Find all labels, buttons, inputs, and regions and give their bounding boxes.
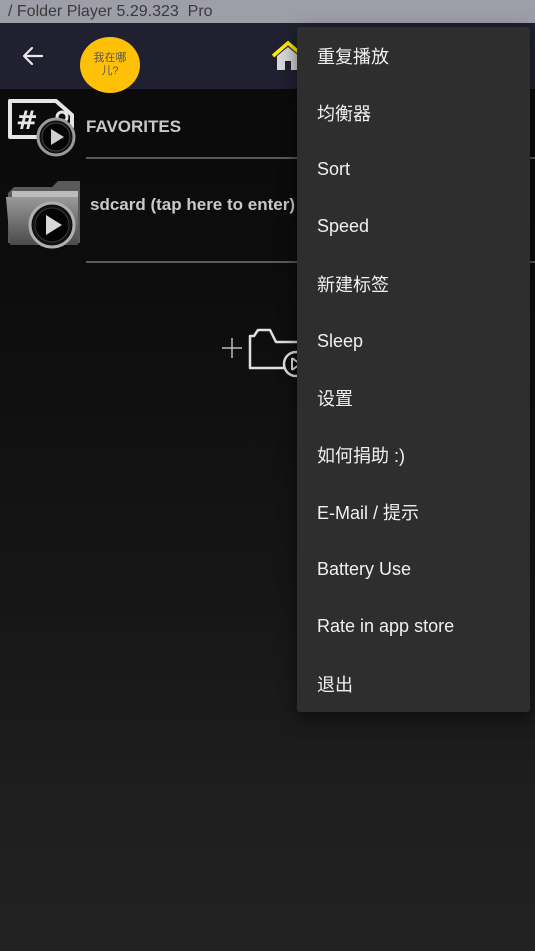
menu-item-sort[interactable]: Sort	[297, 141, 530, 198]
menu-item-exit[interactable]: 退出	[297, 655, 530, 712]
window-title: / Folder Player 5.29.323 Pro	[0, 0, 535, 23]
menu-item-donate[interactable]: 如何捐助 :)	[297, 427, 530, 484]
where-am-i-label: 我在哪儿?	[93, 52, 127, 77]
menu-item-speed[interactable]: Speed	[297, 198, 530, 255]
menu-item-email-tips[interactable]: E-Mail / 提示	[297, 484, 530, 541]
list-item-label: sdcard (tap here to enter)	[90, 195, 295, 214]
menu-item-rate-app[interactable]: Rate in app store	[297, 598, 530, 655]
svg-text:#: #	[16, 106, 38, 136]
menu-item-settings[interactable]: 设置	[297, 370, 530, 427]
back-button[interactable]	[18, 41, 48, 71]
menu-item-battery-use[interactable]: Battery Use	[297, 541, 530, 598]
where-am-i-button[interactable]: 我在哪儿?	[80, 37, 140, 93]
menu-item-equalizer[interactable]: 均衡器	[297, 84, 530, 141]
arrow-left-icon	[22, 46, 44, 66]
menu-item-sleep[interactable]: Sleep	[297, 312, 530, 369]
menu-item-new-tag[interactable]: 新建标签	[297, 255, 530, 312]
overflow-menu: 重复播放 均衡器 Sort Speed 新建标签 Sleep 设置 如何捐助 :…	[297, 27, 530, 712]
tag-play-icon: #	[4, 97, 80, 164]
folder-play-icon	[4, 177, 82, 254]
list-item-label: FAVORITES	[86, 117, 182, 136]
menu-item-repeat[interactable]: 重复播放	[297, 27, 530, 84]
